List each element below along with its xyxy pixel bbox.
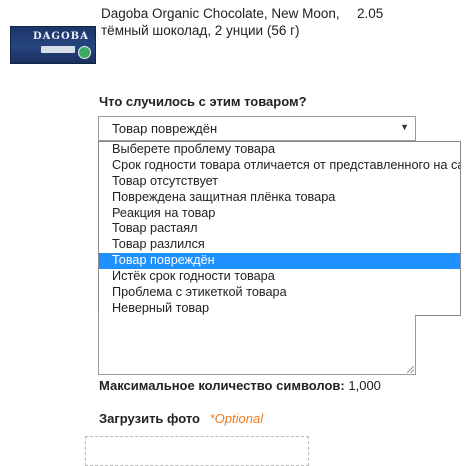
resize-grip-icon[interactable]	[407, 366, 414, 373]
problem-option[interactable]: Неверный товар	[99, 301, 460, 315]
problem-option-highlighted[interactable]: Товар повреждён	[99, 253, 460, 270]
photo-dropzone[interactable]	[85, 436, 309, 466]
problem-option[interactable]: Истёк срок годности товара	[99, 269, 460, 285]
problem-option[interactable]: Товар разлился	[99, 237, 460, 253]
problem-option[interactable]: Повреждена защитная плёнка товара	[99, 190, 460, 206]
optional-tag: *Optional	[209, 411, 264, 426]
problem-option[interactable]: Проблема с этикеткой товара	[99, 285, 460, 301]
problem-select[interactable]: Товар повреждён ▼	[98, 116, 416, 141]
problem-options-list: Выберете проблему товара Срок годности т…	[98, 141, 461, 316]
product-brand-text: DAGOBA	[33, 31, 89, 42]
problem-select-value: Товар повреждён	[112, 121, 218, 136]
problem-option[interactable]: Выберете проблему товара	[99, 142, 460, 158]
chevron-down-icon[interactable]: ▼	[400, 122, 409, 132]
problem-option[interactable]: Товар отсутствует	[99, 174, 460, 190]
problem-option[interactable]: Срок годности товара отличается от предс…	[99, 158, 460, 174]
product-price: 2.05	[357, 6, 384, 21]
product-image: DAGOBA	[10, 26, 96, 64]
product-label-strip	[41, 46, 75, 53]
upload-photo-label: Загрузить фото *Optional	[99, 411, 263, 426]
problem-question-label: Что случилось с этим товаром?	[99, 94, 307, 109]
organic-seal-icon	[78, 46, 91, 59]
max-chars-note: Максимальное количество символов: 1,000	[99, 378, 381, 393]
product-name: Dagoba Organic Chocolate, New Moon, тёмн…	[101, 6, 340, 38]
max-chars-label: Максимальное количество символов:	[99, 378, 345, 393]
problem-option[interactable]: Реакция на товар	[99, 206, 460, 222]
upload-photo-text: Загрузить фото	[99, 411, 200, 426]
max-chars-value: 1,000	[348, 378, 381, 393]
comment-textarea[interactable]	[98, 315, 416, 375]
problem-option[interactable]: Товар растаял	[99, 221, 460, 237]
